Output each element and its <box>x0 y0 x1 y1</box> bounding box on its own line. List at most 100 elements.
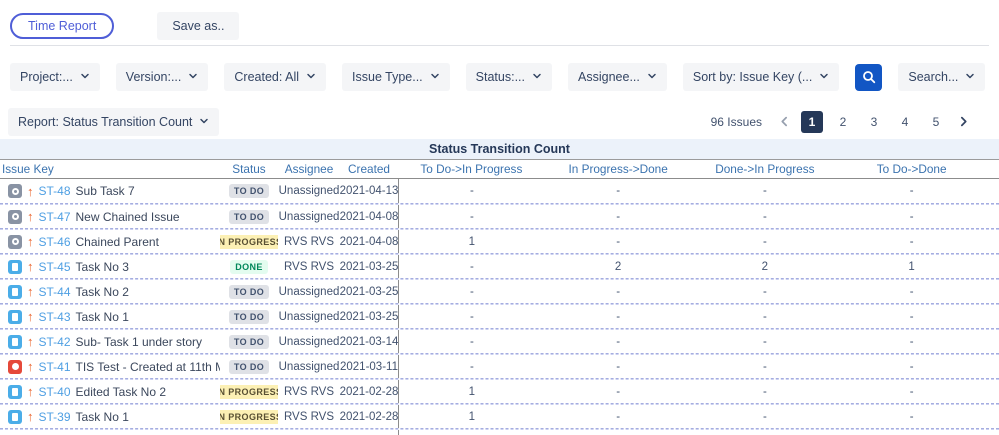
transition-count: 1 <box>398 430 545 435</box>
page-button[interactable]: 1 <box>801 110 823 133</box>
transition-count: - <box>616 335 621 348</box>
status-badge: TO DO <box>228 309 270 324</box>
filter-dropdown[interactable]: Status:... <box>465 63 553 91</box>
transition-count: - <box>398 255 545 278</box>
issue-summary: Task No 1 <box>75 409 129 424</box>
issue-key-link[interactable]: ST-45 <box>39 260 71 274</box>
table-row[interactable]: ↑ ST-48 Sub Task 7 TO DO Unassigned 2021… <box>0 179 999 204</box>
page-button[interactable]: 5 <box>925 111 947 133</box>
transition-count: - <box>909 410 914 423</box>
page-button[interactable]: 4 <box>894 111 916 133</box>
issue-summary: Task No 1 <box>75 309 129 324</box>
created-date: 2021-03-11 <box>340 360 398 373</box>
column-header-todo-done[interactable]: To Do->Done <box>838 162 985 176</box>
transition-count: - <box>616 235 621 248</box>
priority-up-icon: ↑ <box>27 183 34 199</box>
table-row[interactable]: ↑ ST-45 Task No 3 DONE RVS RVS 2021-03-2… <box>0 254 999 279</box>
filter-dropdown[interactable]: Created: All <box>224 63 327 91</box>
assignee: RVS RVS <box>283 410 335 423</box>
pagination: 96 Issues 1 2 3 4 5 <box>711 110 971 133</box>
save-as-button[interactable]: Save as.. <box>157 12 240 40</box>
transition-count: - <box>909 360 914 373</box>
transition-count: - <box>909 385 914 398</box>
issue-summary: New Chained Issue <box>75 209 180 224</box>
table-row[interactable]: ↑ ST-44 Task No 2 TO DO Unassigned 2021-… <box>0 279 999 304</box>
status-badge: TO DO <box>228 284 270 299</box>
transition-count: - <box>692 430 839 435</box>
column-header-inprogress-done[interactable]: In Progress->Done <box>545 162 692 176</box>
table-row[interactable]: ↑ ST-43 Task No 1 TO DO Unassigned 2021-… <box>0 304 999 329</box>
column-header-created[interactable]: Created <box>340 162 398 176</box>
table-row[interactable]: ↑ ST-46 Chained Parent IN PROGRESS RVS R… <box>0 229 999 254</box>
priority-up-icon: ↑ <box>27 309 34 324</box>
next-page-button[interactable] <box>956 116 971 127</box>
status-badge: TO DO <box>228 359 270 374</box>
table-row[interactable]: ↑ ST-39 Task No 1 IN PROGRESS RVS RVS 20… <box>0 404 999 429</box>
transition-count: - <box>909 235 914 248</box>
table-row[interactable]: ↑ ST-40 Edited Task No 2 IN PROGRESS RVS… <box>0 379 999 404</box>
generic-issue-type-icon <box>8 184 22 198</box>
status-badge: TO DO <box>228 209 270 224</box>
table-row[interactable]: ↑ ST-41 TIS Test - Created at 11th March… <box>0 354 999 379</box>
filter-label: Version:... <box>125 70 182 84</box>
column-header-done-inprogress[interactable]: Done->In Progress <box>692 162 839 176</box>
issue-key-link[interactable]: ST-44 <box>39 285 71 299</box>
chevron-down-icon <box>199 115 209 129</box>
search-button[interactable] <box>855 63 883 91</box>
table-row[interactable]: ↑ ST-38 Edited Story No 2 IN PROGRESS Te… <box>0 429 999 435</box>
filter-dropdown[interactable]: Issue Type... <box>342 63 450 91</box>
column-header-todo-inprogress[interactable]: To Do->In Progress <box>398 162 545 176</box>
issue-key-link[interactable]: ST-39 <box>39 410 71 424</box>
chevron-down-icon <box>819 70 829 84</box>
transition-count: - <box>762 360 767 373</box>
top-bar: Time Report Save as.. <box>0 0 999 40</box>
issue-key-link[interactable]: ST-43 <box>39 310 71 324</box>
issue-key-link[interactable]: ST-48 <box>39 184 71 198</box>
filter-dropdown[interactable]: Assignee... <box>568 63 667 91</box>
transition-count: - <box>616 410 621 423</box>
column-header-issue-key[interactable]: Issue Key <box>0 162 220 176</box>
task-icon <box>8 409 22 424</box>
prev-page-button[interactable] <box>777 116 792 127</box>
filter-dropdown[interactable]: Sort by: Issue Key (... <box>682 63 840 91</box>
transition-count: - <box>398 330 545 353</box>
filter-label: Project:... <box>20 70 73 84</box>
generic-issue-type-icon <box>8 209 22 224</box>
column-header-assignee[interactable]: Assignee <box>278 162 340 176</box>
transition-count: - <box>616 385 621 398</box>
column-header-status[interactable]: Status <box>220 162 278 176</box>
issue-key-link[interactable]: ST-42 <box>39 335 71 349</box>
chevron-down-icon <box>80 70 90 84</box>
transition-count: - <box>616 360 621 373</box>
filter-dropdown[interactable]: Project:... <box>10 63 100 91</box>
table-row[interactable]: ↑ ST-42 Sub- Task 1 under story TO DO Un… <box>0 329 999 354</box>
task-icon <box>8 334 22 349</box>
transition-count: - <box>398 280 545 303</box>
assignee: Unassigned <box>278 210 340 223</box>
issue-key-link[interactable]: ST-47 <box>39 210 71 224</box>
search-dropdown[interactable]: Search... <box>898 63 986 91</box>
priority-up-icon: ↑ <box>27 259 34 274</box>
status-badge: IN PROGRESS <box>220 409 278 424</box>
priority-up-icon: ↑ <box>27 384 34 399</box>
transition-count: - <box>398 179 545 203</box>
transition-count: - <box>762 410 767 423</box>
report-selector-label: Report: Status Transition Count <box>18 114 193 129</box>
divider <box>10 45 989 46</box>
transition-count: - <box>762 285 767 298</box>
transition-count: - <box>762 310 767 323</box>
issue-key-link[interactable]: ST-40 <box>39 385 71 399</box>
page-button[interactable]: 3 <box>863 111 885 133</box>
transition-count: 2 <box>614 260 622 273</box>
issue-key-link[interactable]: ST-41 <box>39 360 71 374</box>
transition-count: - <box>909 185 914 197</box>
transition-count: - <box>762 335 767 348</box>
bug-icon <box>8 359 22 374</box>
time-report-button[interactable]: Time Report <box>10 13 115 39</box>
filter-dropdown[interactable]: Version:... <box>115 63 209 91</box>
issue-key-link[interactable]: ST-46 <box>39 235 71 249</box>
table-row[interactable]: ↑ ST-47 New Chained Issue TO DO Unassign… <box>0 204 999 229</box>
transition-count: 2 <box>761 260 769 273</box>
report-selector-dropdown[interactable]: Report: Status Transition Count <box>8 107 220 136</box>
page-button[interactable]: 2 <box>832 111 854 133</box>
